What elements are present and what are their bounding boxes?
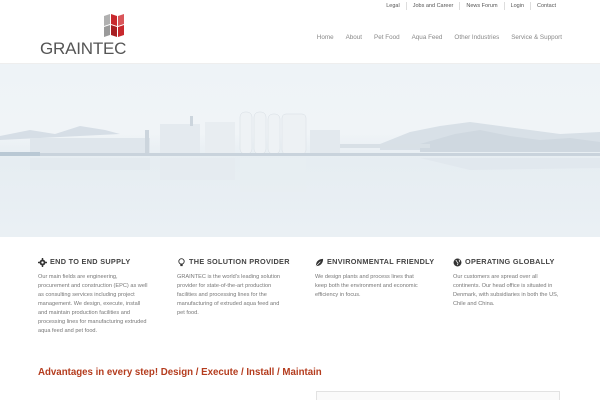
gear-icon (38, 258, 47, 267)
utility-link-news[interactable]: News Forum (459, 2, 503, 10)
site-logo[interactable]: GRAINTEC (38, 14, 128, 60)
nav-service-support[interactable]: Service & Support (511, 34, 562, 41)
feature-end-to-end: END TO END SUPPLY Our main fields are en… (38, 257, 176, 336)
feature-title: END TO END SUPPLY (38, 257, 176, 267)
feature-operating-globally: OPERATING GLOBALLY Our customers are spr… (453, 257, 591, 309)
lightbulb-icon (178, 258, 185, 267)
feature-text: We design plants and process lines that … (315, 274, 418, 298)
nav-other-industries[interactable]: Other Industries (454, 34, 499, 41)
feature-text: GRAINTEC is the world's leading solution… (177, 274, 281, 316)
feature-solution-provider: THE SOLUTION PROVIDER GRAINTEC is the wo… (177, 257, 315, 318)
below-fold-image-panel (316, 391, 560, 400)
feature-environmental: ENVIRONMENTAL FRIENDLY We design plants … (315, 257, 453, 300)
utility-bar: Legal Jobs and Career News Forum Login C… (0, 0, 600, 12)
feature-text: Our customers are spread over all contin… (453, 274, 559, 307)
feature-title: THE SOLUTION PROVIDER (177, 257, 315, 267)
nav-pet-food[interactable]: Pet Food (374, 34, 400, 41)
utility-link-legal[interactable]: Legal (380, 2, 405, 10)
nav-about[interactable]: About (346, 34, 362, 41)
globe-icon (453, 258, 462, 267)
feature-title: ENVIRONMENTAL FRIENDLY (315, 257, 453, 267)
advantages-heading: Advantages in every step! Design / Execu… (38, 367, 322, 378)
utility-link-contact[interactable]: Contact (530, 2, 562, 10)
logo-mark-icon (104, 14, 124, 37)
factory-landscape-illustration (0, 111, 600, 192)
features-section: END TO END SUPPLY Our main fields are en… (38, 257, 562, 353)
below-fold-link-text (38, 394, 136, 400)
nav-home[interactable]: Home (317, 34, 334, 41)
utility-links: Legal Jobs and Career News Forum Login C… (380, 2, 562, 10)
nav-aqua-feed[interactable]: Aqua Feed (412, 34, 443, 41)
feature-text: Our main fields are engineering, procure… (38, 274, 148, 334)
utility-link-jobs[interactable]: Jobs and Career (405, 2, 460, 10)
feature-title: OPERATING GLOBALLY (453, 257, 591, 267)
utility-link-login[interactable]: Login (503, 2, 530, 10)
site-header: GRAINTEC Home About Pet Food Aqua Feed O… (0, 12, 600, 64)
hero-image (0, 64, 600, 237)
logo-text: GRAINTEC (40, 39, 127, 58)
main-nav: Home About Pet Food Aqua Feed Other Indu… (305, 34, 562, 41)
leaf-icon (315, 258, 324, 267)
